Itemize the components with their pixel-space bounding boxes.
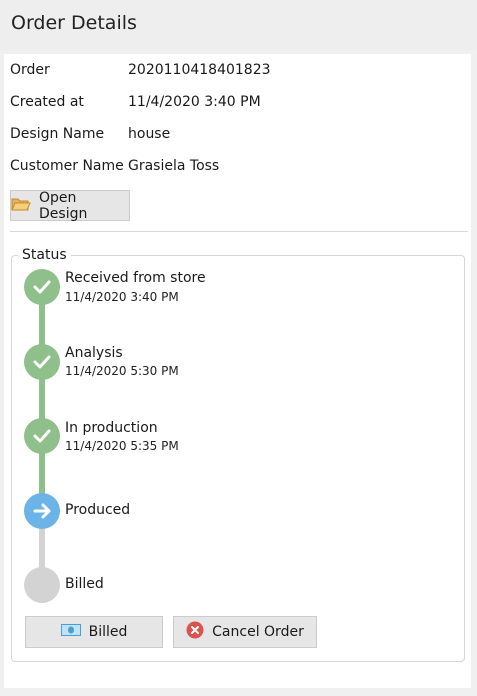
page-title: Order Details [11, 12, 137, 34]
step-billed-label: Billed [65, 576, 104, 592]
created-value: 11/4/2020 3:40 PM [128, 94, 261, 110]
step-analysis-status [24, 344, 60, 380]
cancel-icon [186, 621, 204, 643]
step-received-label: Received from store [65, 270, 206, 286]
window-header: Order Details [0, 0, 477, 50]
step-production-status [24, 418, 60, 454]
step-analysis-time: 11/4/2020 5:30 PM [65, 364, 179, 378]
status-legend: Status [18, 246, 71, 264]
order-details-panel: Order 2020110418401823 Created at 11/4/2… [4, 54, 471, 688]
step-received-time: 11/4/2020 3:40 PM [65, 290, 179, 304]
step-produced-status [24, 493, 60, 529]
step-produced-label: Produced [65, 502, 131, 518]
created-label: Created at [10, 94, 84, 110]
step-production-time: 11/4/2020 5:35 PM [65, 439, 179, 453]
billed-button[interactable]: Billed [25, 616, 163, 648]
billed-button-label: Billed [88, 624, 128, 640]
step-billed-status [24, 567, 60, 603]
open-design-label: Open Design [39, 189, 88, 222]
cancel-order-button[interactable]: Cancel Order [173, 616, 317, 648]
step-production-label: In production [65, 420, 158, 436]
money-icon [60, 624, 81, 640]
step-analysis-label: Analysis [65, 345, 123, 361]
order-label: Order [10, 62, 50, 78]
design-name-label: Design Name [10, 126, 105, 142]
open-design-button[interactable]: Open Design [10, 189, 130, 222]
design-name-value: house [128, 126, 171, 142]
customer-name-label: Customer Name [10, 158, 124, 174]
section-divider [10, 231, 468, 232]
folder-icon [11, 196, 31, 216]
status-groupbox [11, 255, 465, 662]
customer-name-value: Grasiela Toss [128, 158, 220, 174]
cancel-order-label: Cancel Order [212, 624, 304, 640]
order-value: 2020110418401823 [128, 62, 271, 78]
step-received-status [24, 269, 60, 305]
